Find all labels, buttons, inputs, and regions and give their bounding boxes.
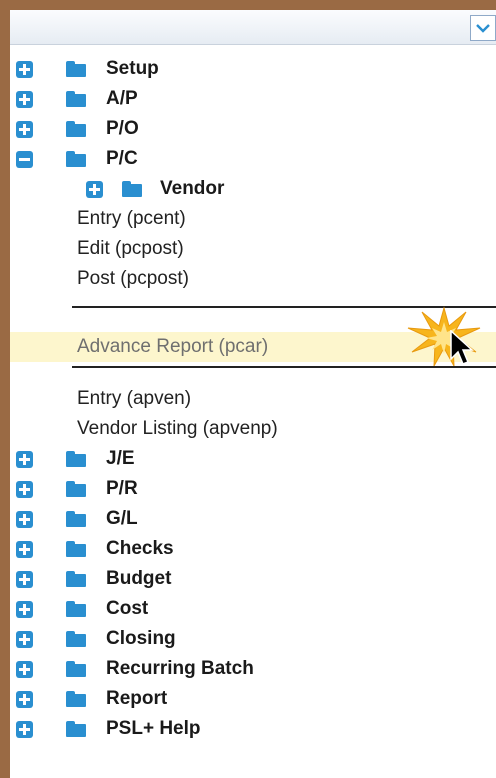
tree-node-label: Cost: [106, 598, 149, 619]
tree-node-label: Report: [106, 688, 168, 709]
expand-icon[interactable]: [16, 511, 33, 528]
collapse-icon[interactable]: [16, 151, 33, 168]
tree-node-psl-help[interactable]: PSL+ Help: [10, 714, 496, 744]
tree-node-report[interactable]: Report: [10, 684, 496, 714]
tree-node-vendor[interactable]: Vendor: [10, 174, 496, 204]
menu-item-post-pcpost[interactable]: Post (pcpost): [10, 264, 496, 294]
menu-item-entry-pcent[interactable]: Entry (pcent): [10, 204, 496, 234]
dropdown-bar[interactable]: [10, 10, 496, 45]
tree-node-cost[interactable]: Cost: [10, 594, 496, 624]
tree-node-label: J/E: [106, 448, 135, 469]
folder-icon: [66, 631, 86, 647]
folder-icon: [66, 541, 86, 557]
expand-icon[interactable]: [16, 631, 33, 648]
tree-node-po[interactable]: P/O: [10, 114, 496, 144]
menu-item-vendor-listing[interactable]: Vendor Listing (apvenp): [10, 414, 496, 444]
expand-icon[interactable]: [16, 691, 33, 708]
mouse-pointer-icon: [450, 330, 474, 365]
expand-icon[interactable]: [16, 451, 33, 468]
folder-icon: [66, 661, 86, 677]
tree-node-pr[interactable]: P/R: [10, 474, 496, 504]
tree-node-label: Recurring Batch: [106, 658, 254, 679]
tree-node-label: Checks: [106, 538, 174, 559]
chevron-down-icon: [476, 24, 490, 33]
tree-node-pc[interactable]: P/C: [10, 144, 496, 174]
expand-icon[interactable]: [16, 61, 33, 78]
menu-item-label: Vendor Listing (apvenp): [77, 418, 278, 439]
menu-item-label: Post (pcpost): [77, 268, 189, 289]
tree-panel: Setup A/P P/O P/C Vendor Entry (pcent) E…: [10, 10, 496, 778]
folder-icon: [66, 691, 86, 707]
menu-item-edit-pcpost[interactable]: Edit (pcpost): [10, 234, 496, 264]
separator: [72, 366, 496, 368]
folder-icon: [66, 511, 86, 527]
folder-icon: [66, 601, 86, 617]
tree-node-recurring-batch[interactable]: Recurring Batch: [10, 654, 496, 684]
tree-node-label: P/C: [106, 148, 138, 169]
folder-icon: [66, 451, 86, 467]
folder-icon: [122, 181, 142, 197]
tree-node-closing[interactable]: Closing: [10, 624, 496, 654]
folder-icon: [66, 481, 86, 497]
expand-icon[interactable]: [16, 601, 33, 618]
dropdown-button[interactable]: [470, 15, 496, 41]
tree-node-label: Budget: [106, 568, 172, 589]
folder-icon: [66, 721, 86, 737]
expand-icon[interactable]: [16, 661, 33, 678]
tree-node-label: G/L: [106, 508, 138, 529]
folder-icon: [66, 151, 86, 167]
expand-icon[interactable]: [16, 721, 33, 738]
tree-node-label: P/O: [106, 118, 139, 139]
tree-node-label: Vendor: [160, 178, 225, 199]
tree-node-je[interactable]: J/E: [10, 444, 496, 474]
menu-item-label: Edit (pcpost): [77, 238, 184, 259]
expand-icon[interactable]: [86, 181, 103, 198]
tree-node-label: PSL+ Help: [106, 718, 201, 739]
folder-icon: [66, 61, 86, 77]
menu-item-label: Advance Report (pcar): [77, 336, 269, 357]
tree-node-label: Setup: [106, 58, 159, 79]
tree-node-label: Closing: [106, 628, 176, 649]
expand-icon[interactable]: [16, 571, 33, 588]
expand-icon[interactable]: [16, 91, 33, 108]
folder-icon: [66, 121, 86, 137]
expand-icon[interactable]: [16, 121, 33, 138]
folder-icon: [66, 571, 86, 587]
tree-node-label: P/R: [106, 478, 138, 499]
tree-node-budget[interactable]: Budget: [10, 564, 496, 594]
tree-node-gl[interactable]: G/L: [10, 504, 496, 534]
menu-item-label: Entry (pcent): [77, 208, 186, 229]
tree-node-ap[interactable]: A/P: [10, 84, 496, 114]
expand-icon[interactable]: [16, 481, 33, 498]
menu-item-entry-apven[interactable]: Entry (apven): [10, 384, 496, 414]
tree-node-checks[interactable]: Checks: [10, 534, 496, 564]
menu-item-label: Entry (apven): [77, 388, 192, 409]
expand-icon[interactable]: [16, 541, 33, 558]
tree-node-setup[interactable]: Setup: [10, 54, 496, 84]
tree-node-label: A/P: [106, 88, 138, 109]
folder-icon: [66, 91, 86, 107]
